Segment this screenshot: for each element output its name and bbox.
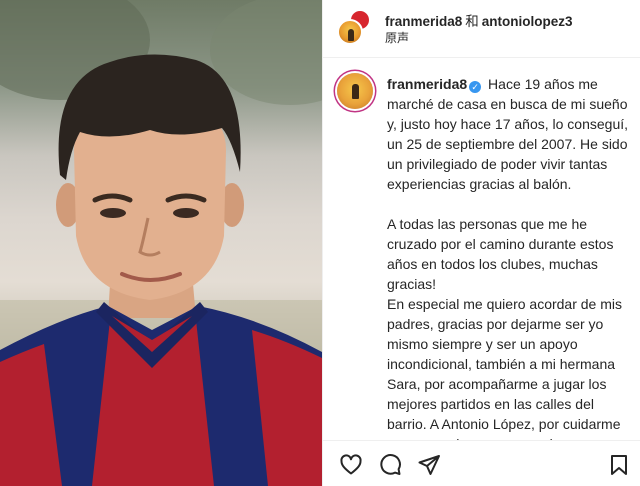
author-username[interactable]: franmerida8 [385,14,462,29]
boy-portrait-illustration [0,0,322,486]
comment-icon[interactable] [378,453,402,477]
collaborator-username[interactable]: antoniolopez3 [482,14,573,29]
post-header: franmerida8 和 antoniolopez3 原声 [323,0,640,58]
bookmark-icon[interactable] [607,453,631,477]
caption-text-1: Hace 19 años me marché de casa en busca … [387,76,629,192]
collab-joiner: 和 [465,14,479,29]
heart-icon[interactable] [339,453,363,477]
post-side-panel: franmerida8 和 antoniolopez3 原声 franmerida8… [322,0,640,486]
original-audio-label[interactable]: 原声 [385,29,409,46]
action-bar [323,440,640,486]
caption-area: franmerida8 ✓ Hace 19 años me marché de c… [323,58,640,440]
send-icon[interactable] [417,453,441,477]
caption-paragraph-1: franmerida8 ✓ Hace 19 años me marché de c… [387,74,633,194]
caption-username[interactable]: franmerida8 [387,76,467,92]
post-caption: franmerida8 ✓ Hace 19 años me marché de c… [387,74,633,440]
post-photo[interactable] [0,0,322,486]
caption-paragraph-3: En especial me quiero acordar de mis pad… [387,296,623,440]
header-usernames: franmerida8 和 antoniolopez3 [385,10,573,30]
caption-paragraph-2: A todas las personas que me he cruzado p… [387,216,614,292]
collab-avatars[interactable] [337,9,373,45]
verified-badge-icon: ✓ [469,81,482,93]
author-avatar[interactable] [337,19,363,45]
caption-author-avatar[interactable] [337,73,373,109]
